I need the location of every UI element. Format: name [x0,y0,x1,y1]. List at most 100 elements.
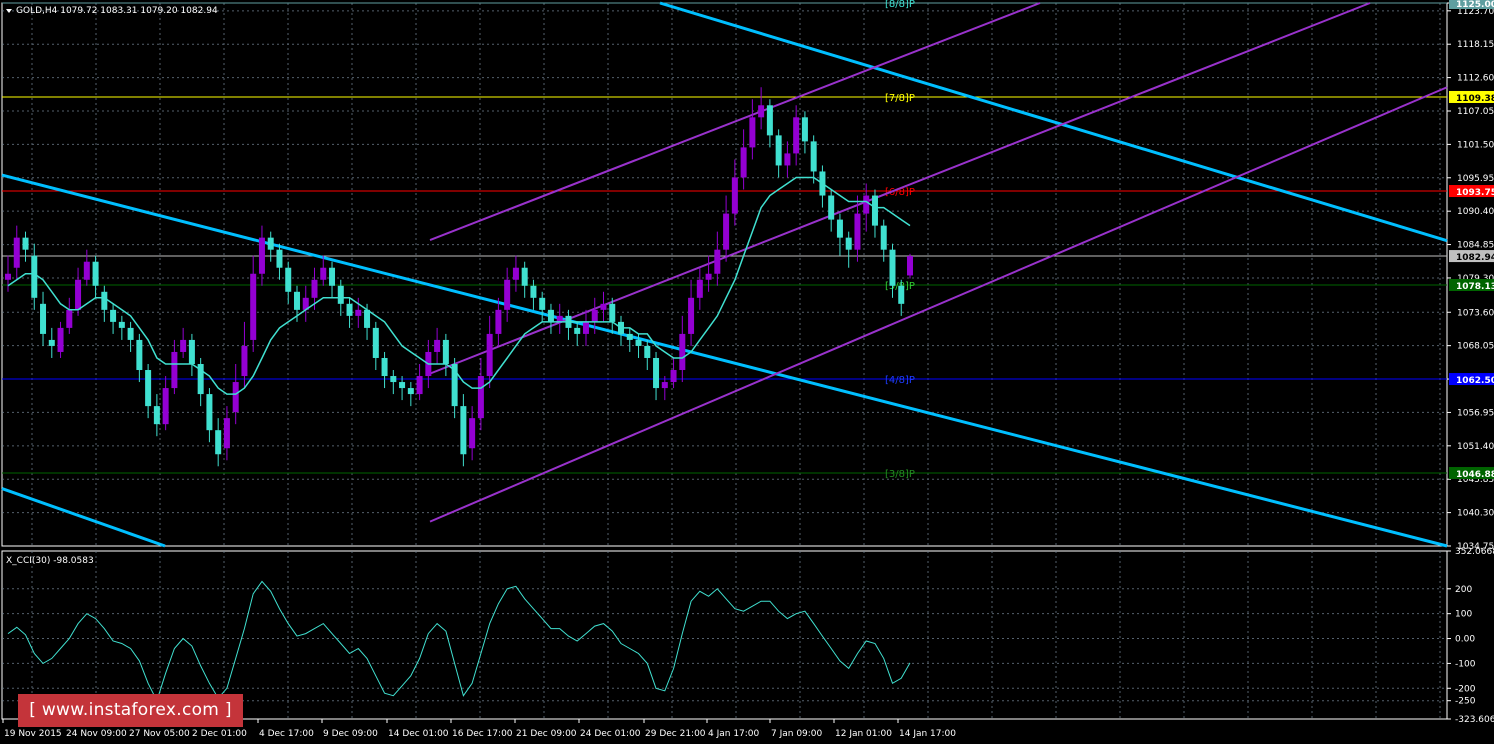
candle-body [863,195,870,214]
level-marker: [4/8]P [885,375,915,386]
candle-body [92,261,99,286]
chart-root: [8/8]P[7/8]P[6/8]P[5/8]P[4/8]P[3/8]P1125… [1,0,1494,739]
candle-body [766,105,773,136]
candle-body [801,117,808,142]
candle-body [285,267,292,292]
candle-body [793,117,800,154]
candle-body [871,195,878,226]
candle-body [696,279,703,298]
candle-body [688,297,695,334]
candle-body [232,382,239,413]
candle-body [530,285,537,298]
candle-body [784,153,791,166]
candle-body [749,117,756,148]
candle-body [293,291,300,310]
x-tick-label: 12 Jan 01:00 [835,729,892,739]
level-tag-label: 1046.88 [1456,470,1494,480]
candle-body [241,345,248,377]
y-tick-label: 1040.30 [1457,509,1494,519]
x-tick-label: 29 Dec 21:00 [645,729,706,739]
candle-body [582,321,589,334]
candle-body [66,309,73,328]
candle-body [416,376,423,395]
x-tick-label: 21 Dec 09:00 [516,729,577,739]
x-tick-label: 27 Nov 05:00 [129,729,190,739]
level-marker: [8/8]P [885,0,915,10]
candle-body [495,309,502,334]
candle-body [504,279,511,310]
candle-body [162,388,169,425]
x-tick-label: 14 Dec 01:00 [388,729,449,739]
candle-body [171,351,178,389]
candle-body [775,135,782,166]
y-tick-label: 1068.05 [1457,342,1494,352]
candle-body [434,339,441,352]
candle-body [460,406,467,455]
candle-body [276,249,283,268]
x-tick-label: 7 Jan 09:00 [771,729,823,739]
candle-body [661,382,668,389]
x-tick-label: 4 Dec 17:00 [259,729,314,739]
x-tick-label: 2 Dec 01:00 [192,729,247,739]
level-marker: [7/8]P [885,93,915,104]
candle-body [22,237,29,250]
candle-body [13,237,20,268]
candle-body [364,309,371,328]
candle-body [880,225,887,250]
candle-body [521,267,528,286]
level-tag-label: 1078.13 [1456,282,1494,292]
watermark-text: [ www.instaforex.com ] [29,700,232,720]
cci-y-tick-label: -100 [1455,659,1476,669]
candle-body [477,376,484,419]
candle-body [223,418,230,449]
candle-body [390,376,397,383]
cci-y-tick-label: -250 [1455,697,1476,707]
candle-body [898,285,905,304]
candle-body [101,291,108,310]
candle-body [40,303,47,334]
level-tag-label: 1125.00 [1456,0,1494,10]
candle-body [845,237,852,250]
x-tick-label: 16 Dec 17:00 [452,729,513,739]
level-tag-label: 1093.75 [1456,188,1494,198]
candle-body [512,267,519,280]
cci-y-tick-label: 100 [1455,610,1472,620]
cci-y-tick-label: -323.6065 [1455,715,1494,725]
candle-body [731,177,738,214]
candle-body [188,339,195,364]
candle-body [355,309,362,316]
candle-body [57,327,64,352]
candle-body [250,273,257,340]
candle-body [110,309,117,322]
y-tick-label: 1056.95 [1457,408,1494,418]
candle-body [320,267,327,280]
candle-body [758,105,765,118]
candle-body [153,406,160,425]
y-tick-label: 1112.60 [1457,74,1494,84]
y-tick-label: 1073.60 [1457,308,1494,318]
main-panel-frame [1,2,1448,547]
candle-body [381,357,388,377]
candle-body [215,430,222,455]
cci-title: X_CCI(30) -98.0583 [6,556,94,566]
candle-body [442,339,449,364]
candle-body [600,303,607,310]
candle-body [267,237,274,250]
candle-body [83,261,90,280]
cci-y-tick-label: 352.0668 [1455,547,1494,557]
x-tick-label: 14 Jan 17:00 [899,729,956,739]
candle-body [486,333,493,377]
x-tick-label: 24 Dec 01:00 [580,729,641,739]
candle-body [31,255,38,298]
candle-body [407,388,414,395]
candle-body [547,309,554,322]
candle-body [5,273,11,280]
cci-y-tick-label: -200 [1455,684,1476,694]
candle-body [118,321,125,328]
y-tick-label: 1101.50 [1457,140,1494,150]
candle-body [258,237,265,274]
candle-body [556,315,563,322]
candle-body [653,357,660,389]
y-tick-label: 1051.40 [1457,442,1494,452]
candle-body [679,333,686,371]
